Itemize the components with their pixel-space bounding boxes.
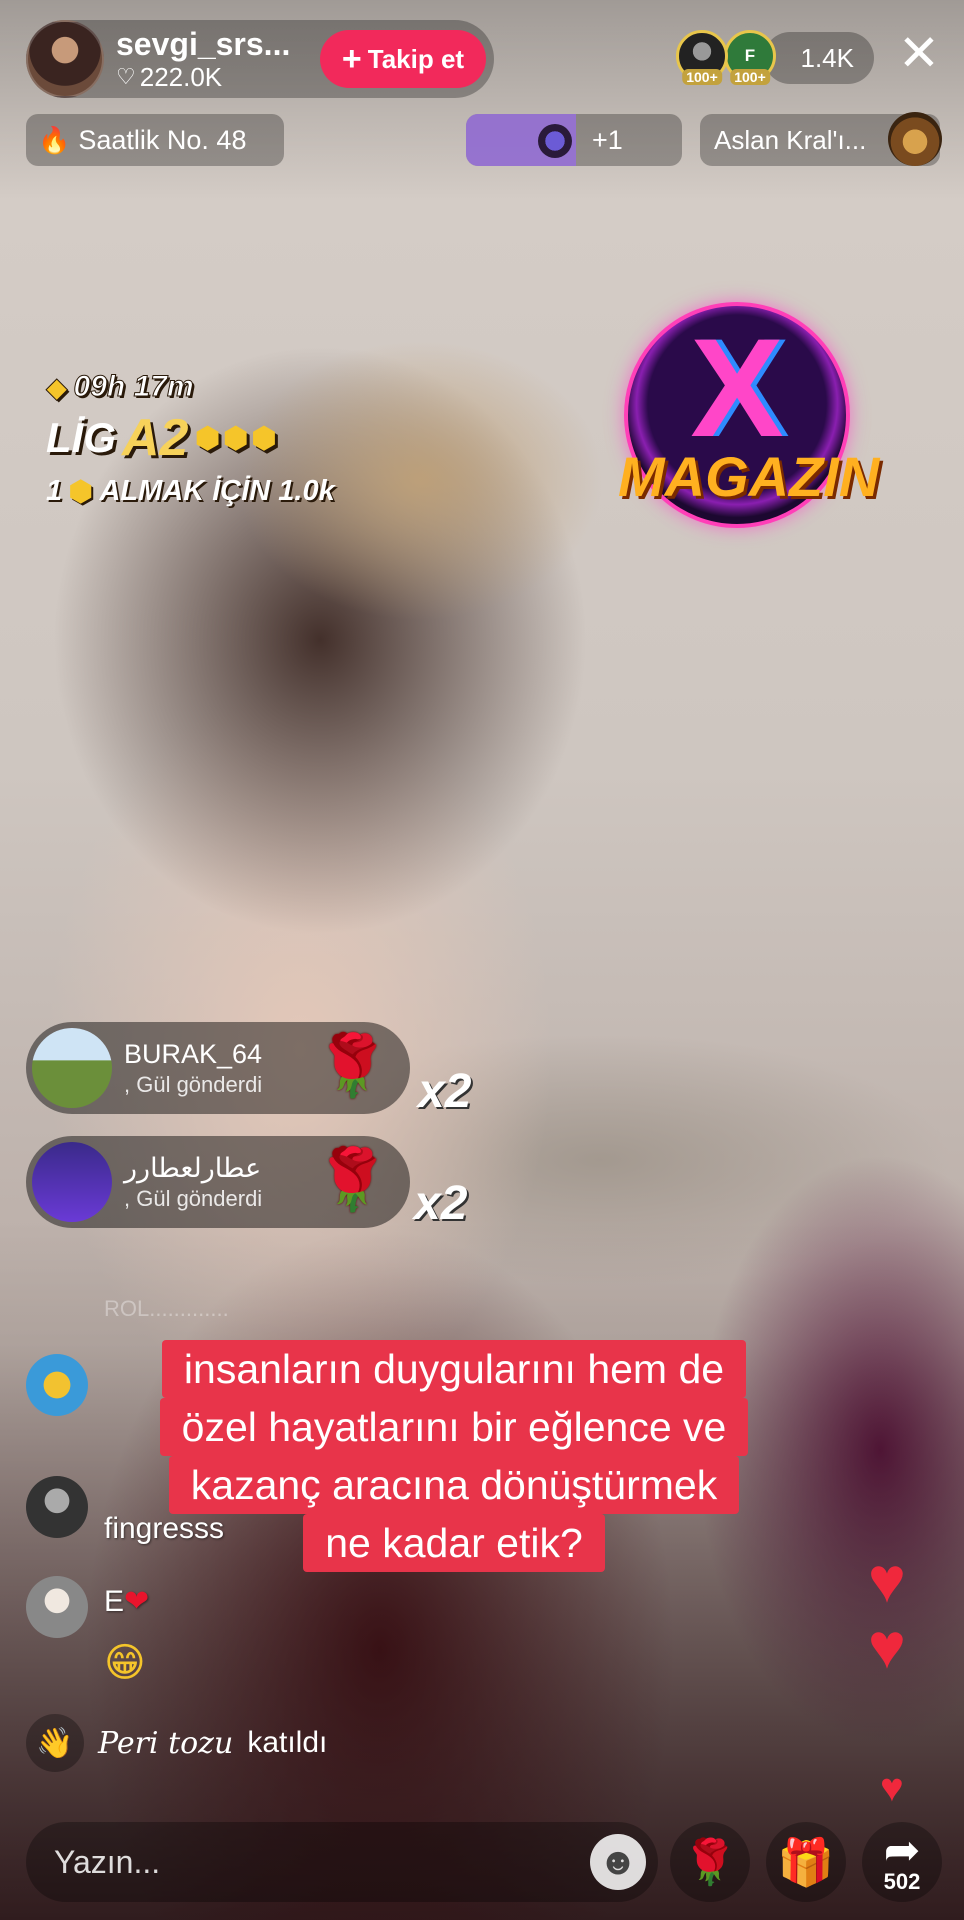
host-likes-count: 222.0K — [139, 62, 223, 92]
comment-box[interactable]: ☻ — [26, 1822, 658, 1902]
top-viewers[interactable]: 1.4K 100+ F 100+ — [674, 30, 874, 86]
gift-icon: 🎁 — [777, 1835, 835, 1888]
chat-message-text: E — [104, 1585, 125, 1618]
hourly-rank-pill[interactable]: 🔥 Saatlik No. 48 — [26, 114, 284, 166]
fire-icon: 🔥 — [38, 124, 71, 155]
league-timer-text: 09h 17m — [73, 370, 194, 404]
chat-avatar[interactable] — [26, 1354, 88, 1416]
host-info-pill[interactable]: sevgi_srs... ♡ 222.0K + Takip et — [26, 20, 494, 98]
league-rank-tier: A2 — [122, 409, 189, 467]
close-icon[interactable]: ✕ — [894, 28, 944, 80]
king-badge-pill[interactable]: Aslan Kral'ı... — [700, 112, 942, 166]
comment-input[interactable] — [54, 1843, 574, 1881]
follow-label: Takip et — [367, 43, 465, 74]
gifter-avatar — [538, 124, 572, 158]
host-avatar[interactable] — [26, 20, 104, 98]
league-rank-prefix: LİG — [46, 414, 116, 461]
host-name[interactable]: sevgi_srs... — [116, 26, 306, 62]
plus-icon: + — [341, 40, 362, 78]
follow-button[interactable]: + Takip et — [320, 30, 486, 88]
gifters-extra-count: +1 — [592, 124, 623, 155]
rose-gift-button[interactable]: 🌹 — [670, 1822, 750, 1902]
host-likes: ♡ 222.0K — [116, 62, 306, 92]
gift-multiplier: x2 — [414, 1177, 468, 1230]
league-goal-text: ALMAK İÇİN 1.0k — [99, 475, 335, 507]
rose-icon: 🌹 — [315, 1032, 390, 1099]
viewer-count[interactable]: 1.4K — [764, 32, 874, 84]
gift-action: , Gül gönderdi — [124, 1072, 263, 1097]
viewer-initial: F — [744, 46, 756, 65]
gift-sender-avatar[interactable] — [32, 1028, 112, 1108]
caption-line: ne kadar etik? — [303, 1514, 605, 1572]
league-goal: 1 ⬢ ALMAK İÇİN 1.0k — [46, 474, 335, 509]
host-info: sevgi_srs... ♡ 222.0K — [116, 26, 306, 92]
share-icon: ➦ — [883, 1826, 921, 1875]
gift-sender-name: BURAK_64 — [124, 1039, 263, 1069]
diamond-icon: ◆ — [46, 371, 69, 403]
viewer-badge: 100+ — [682, 69, 722, 85]
rose-icon: 🌹 — [315, 1146, 390, 1213]
magazin-logo: X MAGAZIN — [618, 302, 879, 528]
league-goal-count: 1 — [46, 475, 63, 507]
chat-message: E❤ — [104, 1584, 149, 1619]
league-rank: LİG A2 ⬢⬢⬢ — [46, 408, 335, 468]
share-button[interactable]: ➦ 502 — [862, 1822, 942, 1902]
share-count: 502 — [883, 1869, 921, 1894]
gifter-highlight — [466, 114, 576, 166]
gift-button[interactable]: 🎁 — [766, 1822, 846, 1902]
hexagon-icon: ⬢ — [68, 476, 94, 508]
caption-line: özel hayatlarını bir eğlence ve — [159, 1398, 749, 1456]
gift-notification[interactable]: BURAK_64 , Gül gönderdi 🌹 — [26, 1022, 410, 1114]
gift-text: BURAK_64 , Gül gönderdi — [124, 1037, 262, 1099]
floating-heart-icon: ♥ — [868, 1610, 906, 1682]
emoji-icon[interactable]: ☻ — [590, 1834, 646, 1890]
join-user: Peri tozu — [98, 1725, 234, 1761]
chat-avatar[interactable] — [26, 1476, 88, 1538]
top-viewer-avatar-1[interactable]: 100+ — [676, 30, 728, 85]
grinning-face-icon: 😁 — [104, 1641, 146, 1685]
waving-hand-icon: 👋 — [26, 1714, 84, 1772]
caption-overlay: insanların duygularını hem de özel hayat… — [104, 1340, 804, 1572]
heart-icon: ❤ — [124, 1585, 150, 1618]
logo-text: MAGAZIN — [618, 445, 880, 508]
caption-line: kazanç aracına dönüştürmek — [168, 1456, 740, 1514]
league-widget[interactable]: ◆ 09h 17m LİG A2 ⬢⬢⬢ 1 ⬢ ALMAK İÇİN 1.0k — [46, 370, 335, 509]
top-viewer-avatar-2[interactable]: F 100+ — [724, 30, 776, 85]
hexagon-icons: ⬢⬢⬢ — [194, 421, 280, 455]
gift-text: عطارلعطارر , Gül gönderdi — [124, 1151, 262, 1213]
gift-sender-avatar[interactable] — [32, 1142, 112, 1222]
caption-line: insanların duygularını hem de — [161, 1340, 747, 1398]
chat-faded-line: ROL............. — [104, 1296, 229, 1321]
logo-mark: X — [690, 309, 784, 466]
hourly-rank-label: Saatlik No. 48 — [78, 124, 247, 155]
heart-icon: ♡ — [116, 64, 136, 89]
king-label: Aslan Kral'ı... — [714, 124, 867, 155]
league-timer: ◆ 09h 17m — [46, 370, 335, 404]
gift-notification[interactable]: عطارلعطارر , Gül gönderdi 🌹 — [26, 1136, 410, 1228]
chat-avatar[interactable] — [26, 1576, 88, 1638]
lion-icon — [888, 112, 942, 166]
viewer-badge: 100+ — [730, 69, 770, 85]
gift-sender-name: عطارلعطارر — [124, 1153, 262, 1183]
gift-action: , Gül gönderdi — [124, 1186, 263, 1211]
gifters-pill[interactable]: +1 — [466, 114, 682, 166]
gift-multiplier: x2 — [418, 1065, 472, 1118]
join-action: katıldı — [247, 1726, 328, 1759]
rose-icon: 🌹 — [682, 1838, 738, 1887]
floating-heart-icon: ♥ — [880, 1766, 904, 1810]
floating-heart-icon: ♥ — [868, 1544, 906, 1616]
join-notification: 👋 Peri tozu katıldı — [26, 1714, 327, 1772]
